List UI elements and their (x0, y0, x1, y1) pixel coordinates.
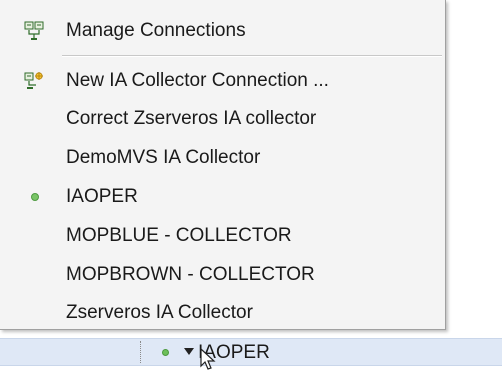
manage-connections-icon (24, 21, 44, 40)
mouse-cursor-icon (200, 348, 216, 370)
tree-node-row[interactable]: IAOPER (0, 338, 502, 366)
connection-status-icon (162, 349, 169, 356)
menu-item-connection[interactable]: MOPBROWN - COLLECTOR (0, 258, 444, 292)
menu-item-label: Manage Connections (66, 20, 246, 41)
menu-item-label: New IA Collector Connection ... (66, 70, 329, 91)
tree-guide-line (140, 341, 142, 363)
menu-item-connection[interactable]: MOPBLUE - COLLECTOR (0, 219, 444, 253)
connection-label: MOPBLUE - COLLECTOR (66, 225, 292, 246)
menu-item-manage-connections[interactable]: Manage Connections (0, 14, 444, 48)
menu-separator (62, 55, 442, 57)
menu-item-connection[interactable]: Zserveros IA Collector (0, 296, 444, 330)
expand-arrow-icon[interactable] (184, 348, 194, 355)
connection-label: Zserveros IA Collector (66, 302, 253, 323)
new-connection-icon (24, 72, 43, 89)
tree-view: IAOPER (0, 326, 502, 370)
connection-label: IAOPER (66, 186, 138, 207)
connection-label: DemoMVS IA Collector (66, 147, 261, 168)
active-connection-icon (31, 193, 39, 201)
screen: IAOPER Manage Connections New IA Collect… (0, 0, 502, 370)
menu-item-connection[interactable]: Correct Zserveros IA collector (0, 102, 444, 136)
menu-item-connection-active[interactable]: IAOPER (0, 180, 444, 214)
connection-label: Correct Zserveros IA collector (66, 108, 317, 129)
connections-context-menu: Manage Connections New IA Collector Conn… (0, 0, 446, 330)
menu-item-connection[interactable]: DemoMVS IA Collector (0, 141, 444, 175)
connection-label: MOPBROWN - COLLECTOR (66, 264, 315, 285)
menu-item-new-connection[interactable]: New IA Collector Connection ... (0, 64, 444, 98)
